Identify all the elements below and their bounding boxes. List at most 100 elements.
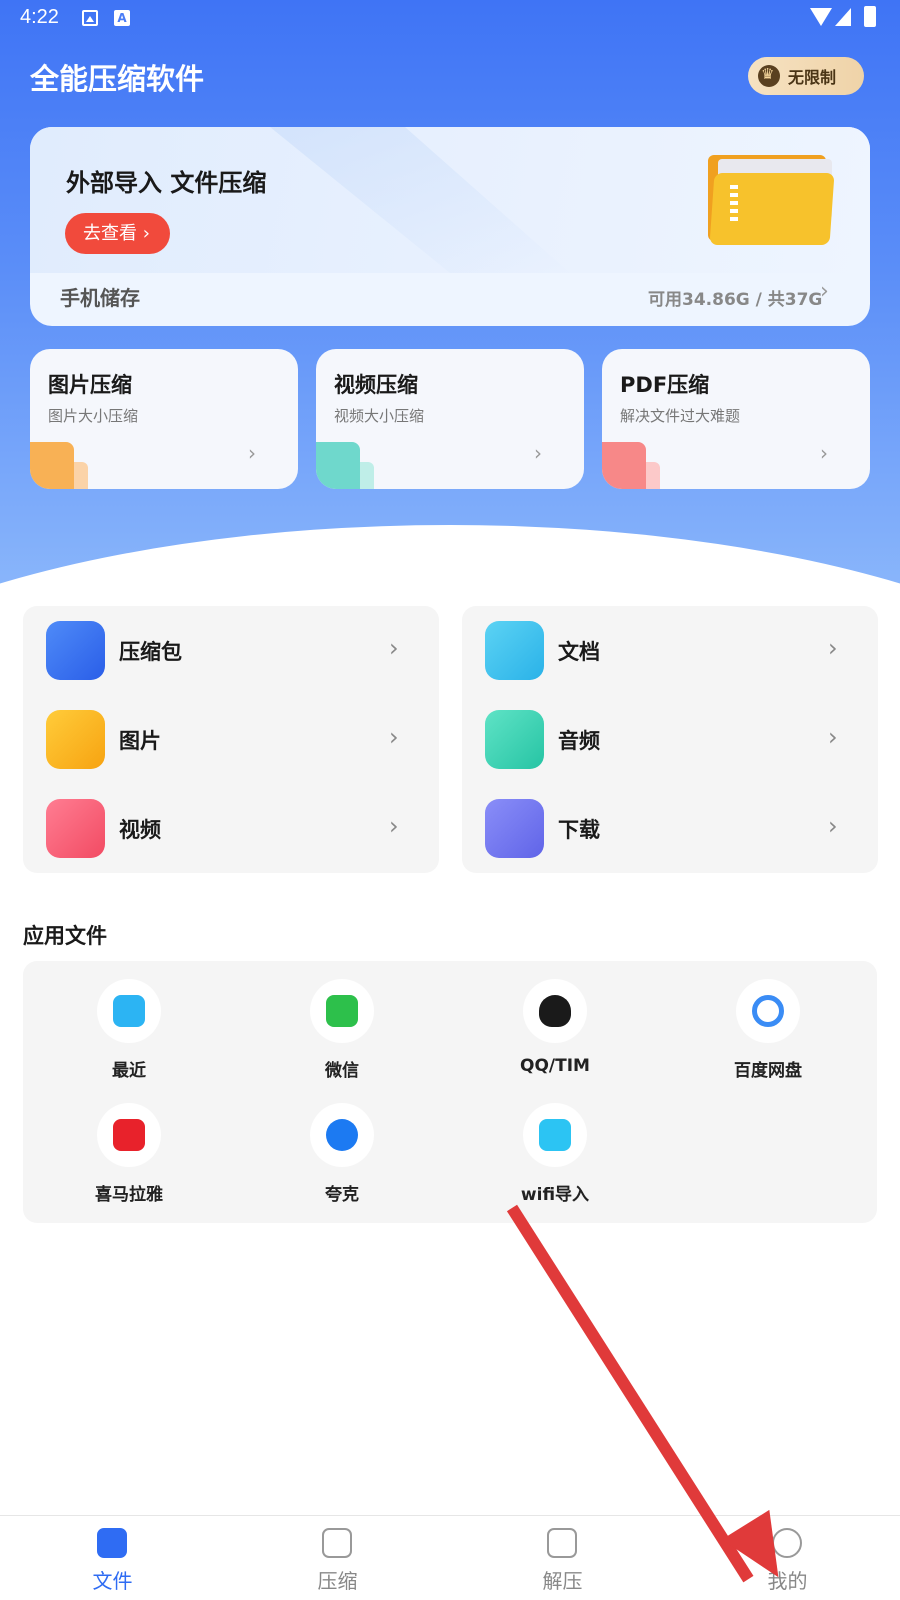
app-item-quark[interactable]: 夸克 — [272, 1085, 412, 1205]
app-label: QQ/TIM — [520, 1056, 590, 1076]
video-icon — [46, 799, 105, 858]
app-label: wifi导入 — [520, 1185, 590, 1205]
extract-icon — [547, 1528, 577, 1558]
nav-tab-compress[interactable]: 压缩 — [225, 1516, 450, 1600]
folder-illustration-icon — [706, 151, 836, 247]
chevron-right-icon: › — [534, 441, 542, 465]
app-label: 夸克 — [325, 1185, 359, 1205]
cloud-icon — [30, 442, 74, 489]
section-title: 应用文件 — [23, 924, 107, 948]
crown-icon — [758, 65, 780, 87]
banner-title: 外部导入 文件压缩 — [66, 169, 267, 197]
image-compress-card[interactable]: 图片压缩 图片大小压缩 › — [30, 349, 298, 489]
a-notification-icon: A — [114, 10, 130, 26]
video-compress-card[interactable]: 视频压缩 视频大小压缩 › — [316, 349, 584, 489]
app-icon-bg — [97, 979, 161, 1043]
chevron-right-icon: › — [828, 723, 838, 751]
app-icon-bg — [523, 979, 587, 1043]
category-item-image[interactable]: 图片 › — [23, 695, 439, 783]
chevron-right-icon: › — [389, 634, 399, 662]
ximalaya-icon — [113, 1119, 145, 1151]
card-title: 图片压缩 — [48, 373, 132, 397]
chevron-right-icon: › — [389, 723, 399, 751]
app-icon-bg — [310, 1103, 374, 1167]
document-icon — [485, 621, 544, 680]
storage-info: 可用34.86G / 共37G — [648, 290, 823, 310]
app-icon-bg — [736, 979, 800, 1043]
nav-tab-files[interactable]: 文件 — [0, 1516, 225, 1600]
status-bar: 4:22 A — [0, 0, 900, 36]
category-label: 视频 — [119, 818, 161, 842]
image-notification-icon — [82, 10, 98, 26]
category-label: 压缩包 — [119, 640, 182, 664]
app-item-ximalaya[interactable]: 喜马拉雅 — [59, 1085, 199, 1205]
pdf-compress-card[interactable]: PDF压缩 解决文件过大难题 › — [602, 349, 870, 489]
vip-label: 无限制 — [788, 68, 837, 87]
recent-folder-icon — [113, 995, 145, 1027]
compress-icon — [322, 1528, 352, 1558]
signal-icon — [835, 8, 851, 26]
hero-curve — [0, 525, 900, 600]
qq-icon — [539, 995, 571, 1027]
app-item-qq[interactable]: QQ/TIM — [485, 961, 625, 1077]
video-file-icon — [316, 442, 360, 489]
baidu-netdisk-icon — [752, 995, 784, 1027]
category-item-download[interactable]: 下载 › — [462, 784, 878, 872]
wechat-icon — [326, 995, 358, 1027]
chevron-right-icon: › — [248, 441, 256, 465]
nav-label: 解压 — [542, 1569, 583, 1593]
import-banner[interactable]: 外部导入 文件压缩 去查看 › 手机储存 可用34.86G / 共37G › — [30, 127, 870, 326]
app-item-recent[interactable]: 最近 — [59, 961, 199, 1081]
nav-tab-extract[interactable]: 解压 — [450, 1516, 675, 1600]
chevron-right-icon: › — [828, 812, 838, 840]
category-label: 下载 — [558, 818, 600, 842]
category-panel-right: 文档 › 音频 › 下载 › — [462, 606, 878, 873]
wifi-icon — [539, 1119, 571, 1151]
app-icon-bg — [523, 1103, 587, 1167]
app-item-baidu-netdisk[interactable]: 百度网盘 — [698, 961, 838, 1081]
app-icon-bg — [97, 1103, 161, 1167]
card-title: PDF压缩 — [620, 373, 710, 397]
vip-button[interactable]: 无限制 — [748, 57, 864, 95]
battery-icon — [864, 6, 876, 27]
app-item-wechat[interactable]: 微信 — [272, 961, 412, 1081]
app-icon-bg — [310, 979, 374, 1043]
category-label: 音频 — [558, 729, 600, 753]
card-subtitle: 解决文件过大难题 — [620, 407, 741, 425]
card-title: 视频压缩 — [334, 373, 418, 397]
card-subtitle: 图片大小压缩 — [48, 407, 139, 425]
app-item-wifi-import[interactable]: wifi导入 — [485, 1085, 625, 1205]
app-label: 微信 — [325, 1061, 359, 1081]
view-button[interactable]: 去查看 › — [65, 213, 170, 254]
status-time: 4:22 — [20, 6, 59, 28]
chevron-right-icon: › — [389, 812, 399, 840]
nav-label: 文件 — [92, 1569, 133, 1593]
folder-icon — [97, 1528, 127, 1558]
app-label: 喜马拉雅 — [95, 1185, 163, 1205]
category-item-audio[interactable]: 音频 › — [462, 695, 878, 783]
category-label: 图片 — [119, 729, 161, 753]
category-panel-left: 压缩包 › 图片 › 视频 › — [23, 606, 439, 873]
nav-label: 压缩 — [317, 1569, 358, 1593]
storage-label: 手机储存 — [60, 286, 140, 310]
category-item-document[interactable]: 文档 › — [462, 606, 878, 694]
app-title: 全能压缩软件 — [30, 62, 205, 96]
app-label: 百度网盘 — [734, 1061, 802, 1081]
archive-icon — [46, 621, 105, 680]
category-item-video[interactable]: 视频 › — [23, 784, 439, 872]
wifi-status-icon — [810, 8, 832, 26]
chevron-right-icon: › — [820, 441, 828, 465]
category-label: 文档 — [558, 640, 600, 664]
image-icon — [46, 710, 105, 769]
quark-icon — [326, 1119, 358, 1151]
view-button-label: 去查看 — [83, 223, 137, 244]
chevron-right-icon: › — [137, 223, 150, 244]
card-subtitle: 视频大小压缩 — [334, 407, 425, 425]
chevron-right-icon: › — [828, 634, 838, 662]
audio-icon — [485, 710, 544, 769]
pdf-icon — [602, 442, 646, 489]
chevron-right-icon[interactable]: › — [820, 279, 829, 304]
app-label: 最近 — [112, 1061, 146, 1081]
download-icon — [485, 799, 544, 858]
category-item-archive[interactable]: 压缩包 › — [23, 606, 439, 694]
